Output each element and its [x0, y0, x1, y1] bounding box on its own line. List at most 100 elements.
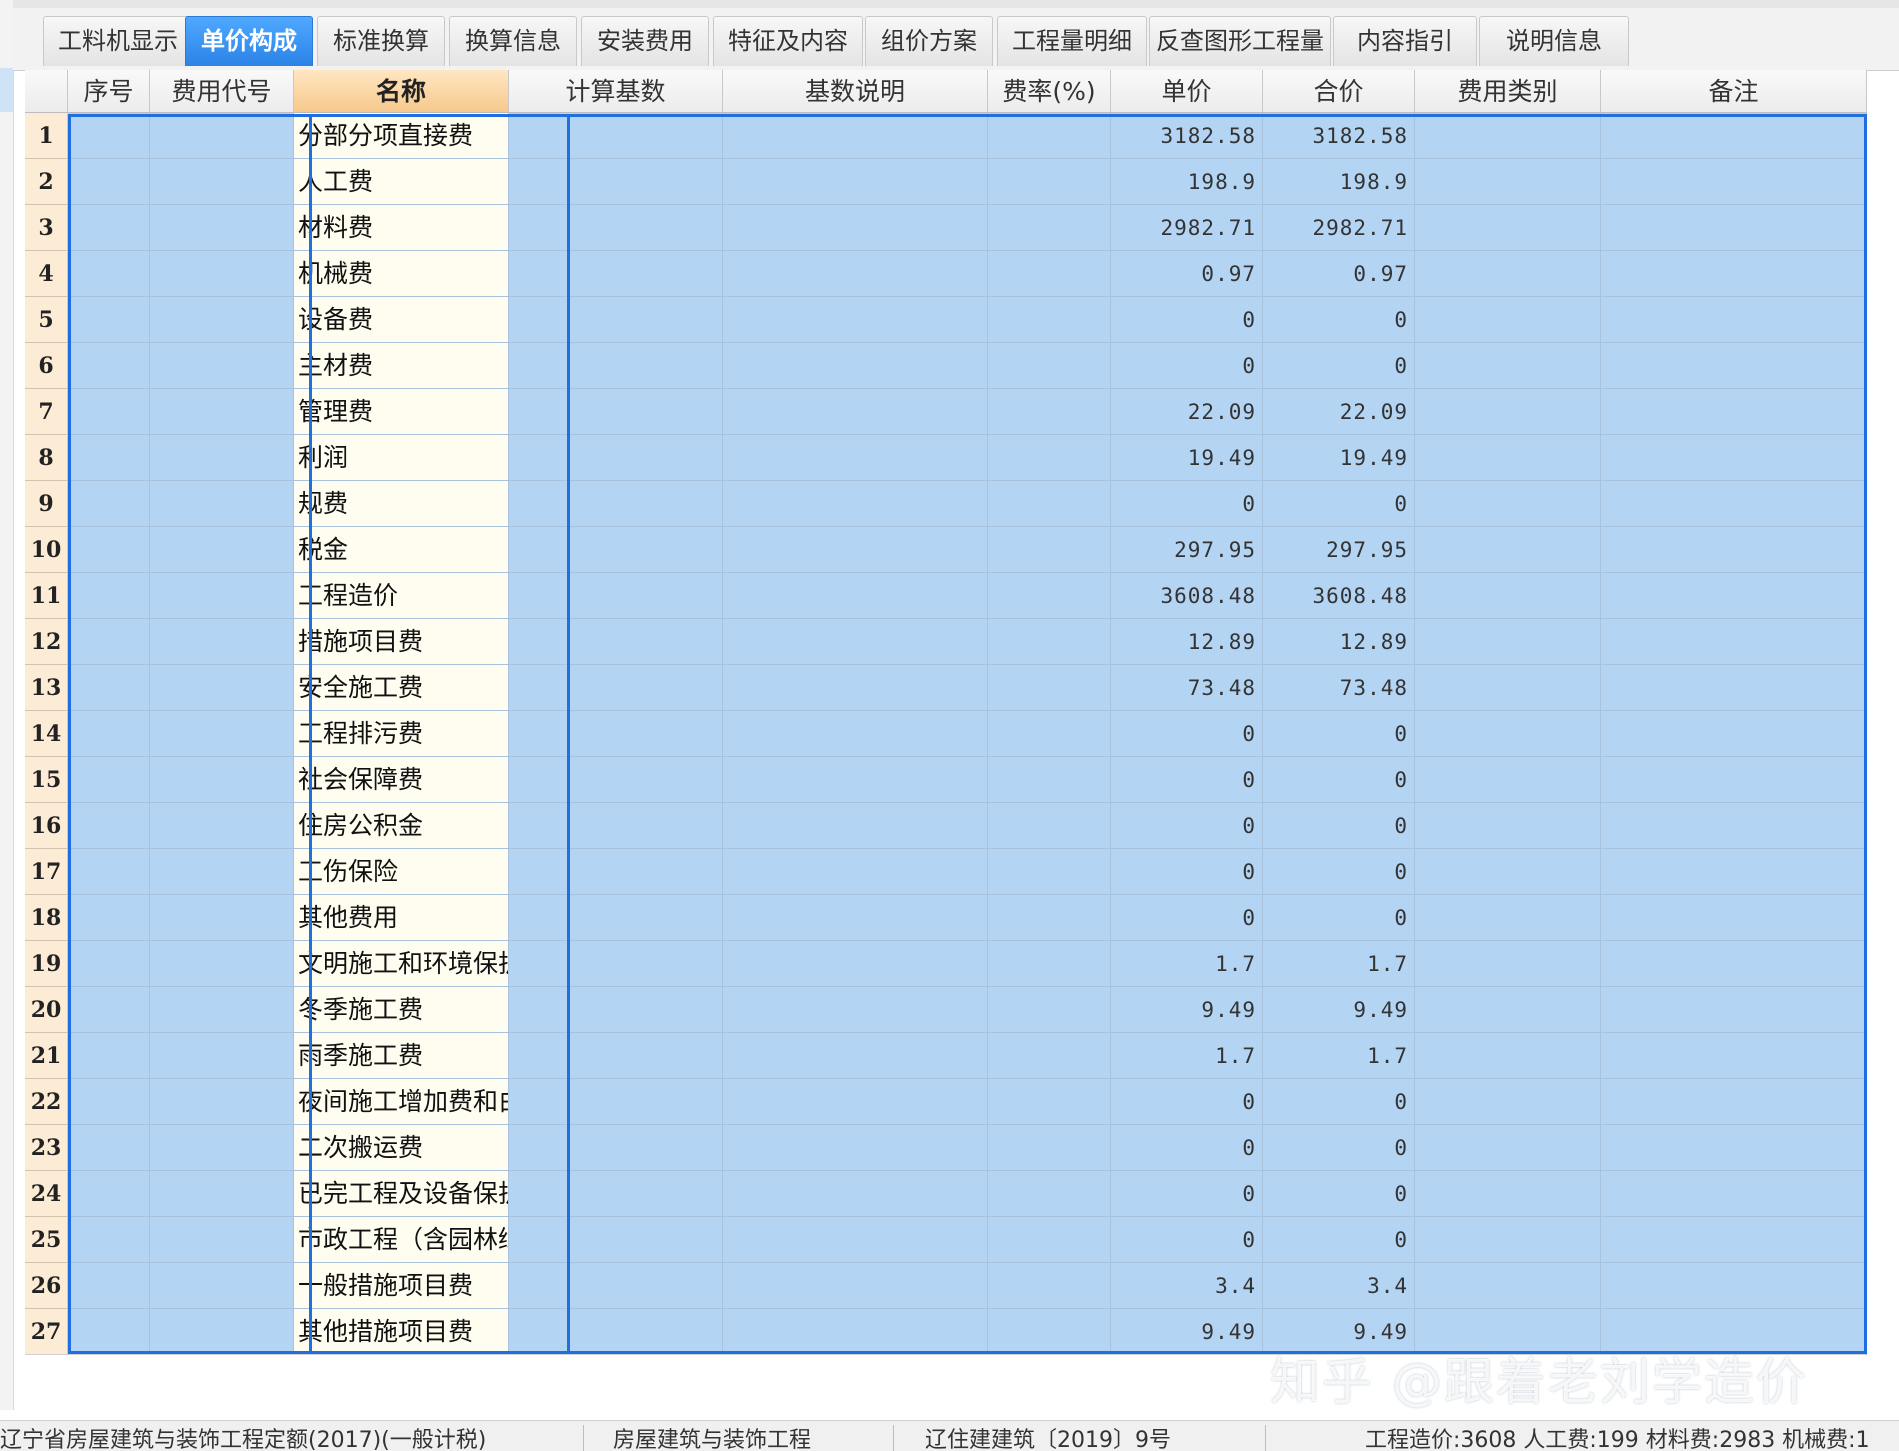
cell-total-price[interactable]: 0	[1263, 1171, 1415, 1217]
table-row[interactable]: 6 主材费 0 0	[25, 343, 1867, 389]
cell-fee-code[interactable]	[150, 619, 294, 665]
cell-base-desc[interactable]	[723, 1171, 988, 1217]
cell-name[interactable]: 工伤保险	[294, 849, 509, 895]
cell-remarks[interactable]	[1601, 435, 1867, 481]
cell-name[interactable]: 税金	[294, 527, 509, 573]
cell-calc-base[interactable]	[509, 757, 723, 803]
cell-remarks[interactable]	[1601, 711, 1867, 757]
table-row[interactable]: 7 管理费 22.09 22.09	[25, 389, 1867, 435]
col-header-name[interactable]: 名称	[294, 70, 509, 113]
cell-base-desc[interactable]	[723, 1309, 988, 1355]
cell-unit-price[interactable]: 0	[1111, 711, 1263, 757]
cell-fee-code[interactable]	[150, 389, 294, 435]
cell-base-desc[interactable]	[723, 803, 988, 849]
table-row[interactable]: 17 工伤保险 0 0	[25, 849, 1867, 895]
table-row[interactable]: 27 其他措施项目费 9.49 9.49	[25, 1309, 1867, 1355]
cell-remarks[interactable]	[1601, 297, 1867, 343]
cell-fee-category[interactable]	[1415, 941, 1601, 987]
cell-base-desc[interactable]	[723, 1217, 988, 1263]
cell-name[interactable]: 工程排污费	[294, 711, 509, 757]
cell-seq[interactable]	[68, 1079, 150, 1125]
cell-unit-price[interactable]: 12.89	[1111, 619, 1263, 665]
cell-fee-category[interactable]	[1415, 711, 1601, 757]
cell-fee-category[interactable]	[1415, 895, 1601, 941]
cell-rate[interactable]	[988, 941, 1111, 987]
cell-unit-price[interactable]: 0	[1111, 803, 1263, 849]
cell-name[interactable]: 其他措施项目费	[294, 1309, 509, 1355]
cell-calc-base[interactable]	[509, 481, 723, 527]
cell-seq[interactable]	[68, 1309, 150, 1355]
table-row[interactable]: 11 工程造价 3608.48 3608.48	[25, 573, 1867, 619]
cell-total-price[interactable]: 0	[1263, 895, 1415, 941]
cell-remarks[interactable]	[1601, 343, 1867, 389]
row-number[interactable]: 14	[25, 711, 68, 757]
cell-calc-base[interactable]	[509, 849, 723, 895]
cell-rate[interactable]	[988, 619, 1111, 665]
row-number[interactable]: 20	[25, 987, 68, 1033]
cell-rate[interactable]	[988, 343, 1111, 389]
cell-fee-category[interactable]	[1415, 757, 1601, 803]
cell-unit-price[interactable]: 0	[1111, 1217, 1263, 1263]
cell-fee-code[interactable]	[150, 1079, 294, 1125]
cell-name[interactable]: 利润	[294, 435, 509, 481]
cell-base-desc[interactable]	[723, 987, 988, 1033]
cell-fee-category[interactable]	[1415, 1217, 1601, 1263]
cell-unit-price[interactable]: 1.7	[1111, 1033, 1263, 1079]
cell-fee-code[interactable]	[150, 987, 294, 1033]
cell-fee-code[interactable]	[150, 803, 294, 849]
cell-remarks[interactable]	[1601, 1217, 1867, 1263]
row-number[interactable]: 9	[25, 481, 68, 527]
cell-seq[interactable]	[68, 251, 150, 297]
cell-unit-price[interactable]: 198.9	[1111, 159, 1263, 205]
table-row[interactable]: 1 分部分项直接费 3182.58 3182.58	[25, 113, 1867, 159]
cell-seq[interactable]	[68, 987, 150, 1033]
col-header-total-price[interactable]: 合价	[1263, 70, 1415, 113]
cell-total-price[interactable]: 0	[1263, 343, 1415, 389]
cell-unit-price[interactable]: 9.49	[1111, 1309, 1263, 1355]
cell-seq[interactable]	[68, 573, 150, 619]
cell-fee-category[interactable]	[1415, 297, 1601, 343]
cell-fee-code[interactable]	[150, 297, 294, 343]
cell-seq[interactable]	[68, 205, 150, 251]
table-row[interactable]: 16 住房公积金 0 0	[25, 803, 1867, 849]
table-row[interactable]: 3 材料费 2982.71 2982.71	[25, 205, 1867, 251]
cell-name[interactable]: 雨季施工费	[294, 1033, 509, 1079]
table-row[interactable]: 4 机械费 0.97 0.97	[25, 251, 1867, 297]
cell-fee-category[interactable]	[1415, 987, 1601, 1033]
cell-unit-price[interactable]: 73.48	[1111, 665, 1263, 711]
cell-seq[interactable]	[68, 297, 150, 343]
row-number[interactable]: 21	[25, 1033, 68, 1079]
cell-total-price[interactable]: 3608.48	[1263, 573, 1415, 619]
cell-fee-code[interactable]	[150, 113, 294, 159]
cell-base-desc[interactable]	[723, 941, 988, 987]
cell-fee-code[interactable]	[150, 849, 294, 895]
cell-fee-category[interactable]	[1415, 665, 1601, 711]
cell-fee-category[interactable]	[1415, 205, 1601, 251]
col-header-remarks[interactable]: 备注	[1601, 70, 1867, 113]
cell-fee-category[interactable]	[1415, 435, 1601, 481]
cell-rate[interactable]	[988, 1309, 1111, 1355]
cell-remarks[interactable]	[1601, 527, 1867, 573]
cell-rate[interactable]	[988, 113, 1111, 159]
cell-base-desc[interactable]	[723, 895, 988, 941]
cell-total-price[interactable]: 0	[1263, 803, 1415, 849]
col-header-fee-category[interactable]: 费用类别	[1415, 70, 1601, 113]
cell-total-price[interactable]: 0	[1263, 1079, 1415, 1125]
table-row[interactable]: 10 税金 297.95 297.95	[25, 527, 1867, 573]
cell-base-desc[interactable]	[723, 435, 988, 481]
cell-calc-base[interactable]	[509, 251, 723, 297]
cell-base-desc[interactable]	[723, 481, 988, 527]
cell-calc-base[interactable]	[509, 1217, 723, 1263]
cell-fee-category[interactable]	[1415, 1079, 1601, 1125]
cell-calc-base[interactable]	[509, 1263, 723, 1309]
cell-total-price[interactable]: 3182.58	[1263, 113, 1415, 159]
cell-seq[interactable]	[68, 481, 150, 527]
cell-calc-base[interactable]	[509, 573, 723, 619]
cell-name[interactable]: 已完工程及设备保护费	[294, 1171, 509, 1217]
cell-fee-code[interactable]	[150, 159, 294, 205]
cell-name[interactable]: 夜间施工增加费和白…	[294, 1079, 509, 1125]
cell-name[interactable]: 社会保障费	[294, 757, 509, 803]
cell-seq[interactable]	[68, 1125, 150, 1171]
cell-calc-base[interactable]	[509, 711, 723, 757]
cell-base-desc[interactable]	[723, 573, 988, 619]
